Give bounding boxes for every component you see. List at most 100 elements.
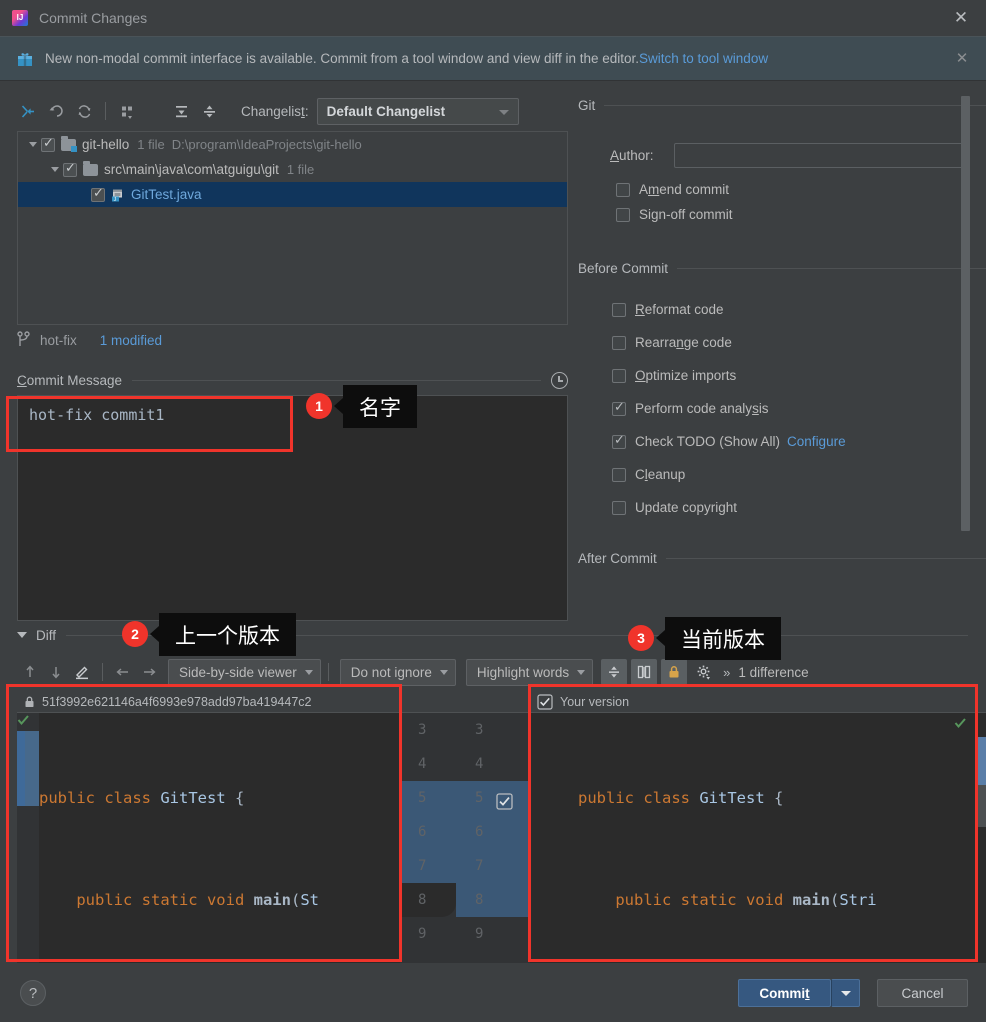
sync-scroll-icon[interactable] xyxy=(631,659,658,685)
changes-tree[interactable]: git-hello 1 file D:\program\IdeaProjects… xyxy=(17,131,568,325)
title-bar: Commit Changes ✕ xyxy=(0,0,986,35)
amend-commit-checkbox[interactable] xyxy=(616,182,630,197)
after-commit-section-header: After Commit xyxy=(578,549,986,567)
commit-message-input[interactable]: hot-fix commit1 xyxy=(17,395,568,621)
expand-chevron-icon[interactable] xyxy=(46,167,63,172)
refresh-icon[interactable] xyxy=(70,98,98,124)
show-diff-icon[interactable] xyxy=(14,98,42,124)
commit-dropdown-button[interactable] xyxy=(831,979,860,1007)
check-todo-label: Check TODO (Show All) xyxy=(635,434,781,449)
annotation-badge-3: 3 xyxy=(628,625,654,651)
diff-left-code[interactable]: public class GitTest { public static voi… xyxy=(39,713,400,963)
diff-left-revision: 51f3992e621146a4f6993e978add97ba419447c2 xyxy=(42,694,312,709)
accept-right-icon[interactable] xyxy=(136,659,162,685)
changelist-combobox[interactable]: Default Changelist xyxy=(316,97,519,125)
accept-change-checkbox[interactable] xyxy=(496,789,513,810)
git-section-header: Git xyxy=(578,96,986,114)
toolbar-separator xyxy=(327,663,329,681)
reformat-code-label: Reformat code xyxy=(635,302,724,317)
diff-left-header: 51f3992e621146a4f6993e978add97ba419447c2 xyxy=(17,691,400,713)
notification-banner: New non-modal commit interface is availa… xyxy=(0,36,986,81)
window-title: Commit Changes xyxy=(39,9,148,26)
java-file-icon: J xyxy=(111,188,125,202)
divider xyxy=(665,557,986,559)
author-label: Author: xyxy=(610,148,654,163)
changes-toolbar: Changelist: Default Changelist xyxy=(14,96,570,126)
author-input[interactable] xyxy=(674,143,968,168)
previous-difference-icon[interactable] xyxy=(17,659,43,685)
chevron-down-icon xyxy=(439,669,448,675)
rearrange-code-row[interactable]: Rearrange code xyxy=(612,326,986,359)
git-section-label: Git xyxy=(578,97,596,113)
next-difference-icon[interactable] xyxy=(43,659,69,685)
check-todo-row[interactable]: Check TODO (Show All) Configure xyxy=(612,425,986,458)
diff-toolbar: Side-by-side viewer Do not ignore Highli… xyxy=(17,657,968,687)
your-version-checkbox[interactable] xyxy=(537,693,553,710)
notification-close-icon[interactable]: ✕ xyxy=(954,51,970,67)
commit-button[interactable]: Commi t xyxy=(738,979,831,1007)
configure-todo-link[interactable]: Configure xyxy=(787,434,846,449)
folder-icon xyxy=(61,135,77,152)
accepted-change-check-icon xyxy=(954,717,966,733)
diff-right-code[interactable]: public class GitTest { public static voi… xyxy=(578,713,986,963)
optimize-imports-label: Optimize imports xyxy=(635,368,737,383)
commit-changes-dialog: Commit Changes ✕ New non-modal commit in… xyxy=(0,0,986,1022)
perform-code-analysis-checkbox[interactable] xyxy=(612,400,626,416)
tree-checkbox[interactable] xyxy=(63,161,77,177)
ignore-mode-combobox[interactable]: Do not ignore xyxy=(339,658,456,686)
tree-checkbox[interactable] xyxy=(91,186,105,202)
perform-code-analysis-row[interactable]: Perform code analysis xyxy=(612,392,986,425)
intellij-idea-logo-icon xyxy=(12,9,28,26)
tree-row-package[interactable]: src\main\java\com\atguigu\git 1 file xyxy=(18,157,567,182)
help-button[interactable]: ? xyxy=(20,980,46,1006)
modified-count[interactable]: 1 modified xyxy=(100,333,162,348)
cleanup-row[interactable]: Cleanup xyxy=(612,458,986,491)
reformat-code-row[interactable]: Reformat code xyxy=(612,293,986,326)
expand-chevron-icon[interactable] xyxy=(24,142,41,147)
highlight-mode-value: Highlight words xyxy=(476,664,570,680)
check-todo-checkbox[interactable] xyxy=(612,433,626,449)
tree-row-project[interactable]: git-hello 1 file D:\program\IdeaProjects… xyxy=(18,132,567,157)
changelist-label: Changelist: xyxy=(241,103,309,119)
close-icon[interactable]: ✕ xyxy=(952,9,970,27)
revert-icon[interactable] xyxy=(42,98,70,124)
tree-row-file[interactable]: J GitTest.java xyxy=(18,182,567,207)
sign-off-commit-checkbox[interactable] xyxy=(616,207,630,222)
highlight-mode-combobox[interactable]: Highlight words xyxy=(465,658,594,686)
diff-line-number-gutter: 33 44 55 66 77 88 99 xyxy=(400,691,530,963)
read-only-lock-icon[interactable] xyxy=(661,659,688,685)
collapse-unchanged-icon[interactable] xyxy=(601,659,628,685)
more-chevrons-icon[interactable]: » xyxy=(723,665,730,680)
gear-icon[interactable] xyxy=(691,659,717,685)
annotation-tooltip-2: 上一个版本 xyxy=(150,613,296,656)
options-scrollbar[interactable] xyxy=(961,96,970,531)
collapse-all-icon[interactable] xyxy=(195,98,223,124)
expand-all-icon[interactable] xyxy=(167,98,195,124)
tree-row-label: git-hello xyxy=(82,137,130,152)
group-by-icon[interactable] xyxy=(113,98,141,124)
viewer-mode-combobox[interactable]: Side-by-side viewer xyxy=(168,658,321,686)
chevron-down-icon xyxy=(304,669,313,675)
rearrange-code-checkbox[interactable] xyxy=(612,335,626,350)
cancel-button[interactable]: Cancel xyxy=(877,979,968,1007)
tree-checkbox[interactable] xyxy=(41,136,55,152)
cleanup-label: Cleanup xyxy=(635,467,686,482)
sign-off-commit-row[interactable]: Sign-off commit xyxy=(616,202,986,227)
accept-left-icon[interactable] xyxy=(110,659,136,685)
history-clock-icon[interactable] xyxy=(551,371,568,389)
tree-row-filecount: 1 file xyxy=(286,162,315,177)
perform-code-analysis-label: Perform code analysis xyxy=(635,401,769,416)
cleanup-checkbox[interactable] xyxy=(612,467,626,482)
reformat-code-checkbox[interactable] xyxy=(612,302,626,317)
amend-commit-row[interactable]: Amend commit xyxy=(616,177,986,202)
diff-left-pane[interactable]: 51f3992e621146a4f6993e978add97ba419447c2… xyxy=(17,691,400,963)
update-copyright-row[interactable]: Update copyright xyxy=(612,491,986,524)
update-copyright-checkbox[interactable] xyxy=(612,500,626,515)
optimize-imports-row[interactable]: Optimize imports xyxy=(612,359,986,392)
optimize-imports-checkbox[interactable] xyxy=(612,368,626,383)
switch-to-tool-window-link[interactable]: Switch to tool window xyxy=(639,51,768,66)
amend-commit-label: Amend commit xyxy=(639,182,730,197)
edit-source-icon[interactable] xyxy=(69,659,95,685)
diff-right-pane[interactable]: Your version public class GitTest { publ… xyxy=(530,691,986,963)
diff-right-vscrollbar[interactable] xyxy=(977,737,986,785)
